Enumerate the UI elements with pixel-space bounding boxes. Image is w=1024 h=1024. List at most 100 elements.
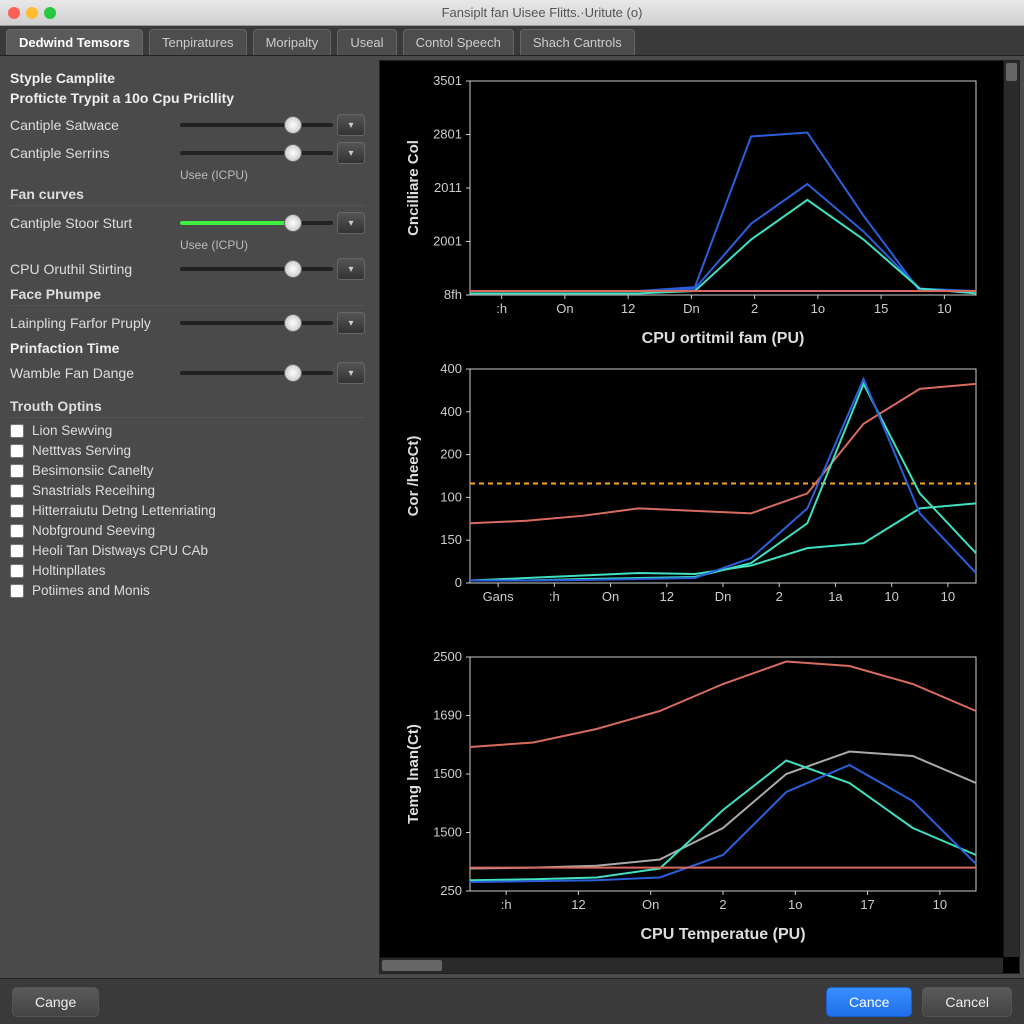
scrollbar-horizontal[interactable] [380,957,1003,973]
slider-dropdown[interactable] [337,212,365,234]
slider-hint: Usee (ICPU) [180,238,365,252]
svg-text:10: 10 [933,897,947,912]
svg-text:2: 2 [719,897,726,912]
svg-text:400: 400 [440,361,462,376]
window-title: Fansiplt fan Uisee Flitts.·Uritute (o) [68,5,1016,20]
tab-4[interactable]: Contol Speech [403,29,514,55]
slider-track[interactable] [180,267,333,271]
slider-dropdown[interactable] [337,142,365,164]
svg-text:2801: 2801 [433,127,462,142]
svg-text:400: 400 [440,404,462,419]
slider-knob[interactable] [284,260,302,278]
cange-button[interactable]: Cange [12,987,99,1017]
checkbox[interactable] [10,524,24,538]
svg-text:10: 10 [937,301,951,316]
tab-bar: Dedwind TemsorsTenpiraturesMoripaltyUsea… [0,26,1024,56]
scrollbar-vertical[interactable] [1003,61,1019,957]
checkbox-row[interactable]: Snastrials Receihing [10,483,365,498]
checkbox[interactable] [10,464,24,478]
slider-label: Cantiple Satwace [10,117,180,133]
scrollbar-horizontal-thumb[interactable] [382,960,442,971]
slider-knob[interactable] [284,364,302,382]
slider-row: Lainpling Farfor Pruply [10,312,365,334]
svg-text:On: On [556,301,573,316]
slider-track[interactable] [180,221,333,225]
svg-text:3501: 3501 [433,73,462,88]
checkbox[interactable] [10,424,24,438]
svg-text:1a: 1a [828,589,843,604]
svg-text:1o: 1o [811,301,825,316]
footer: Cange Cance Cancel [0,978,1024,1024]
slider-knob[interactable] [284,314,302,332]
svg-text:10: 10 [941,589,955,604]
slider-dropdown[interactable] [337,312,365,334]
slider-knob[interactable] [284,144,302,162]
close-icon[interactable] [8,7,20,19]
cancel-button[interactable]: Cancel [922,987,1012,1017]
checkbox-row[interactable]: Nobfground Seeving [10,523,365,538]
tab-2[interactable]: Moripalty [253,29,332,55]
tab-3[interactable]: Useal [337,29,396,55]
svg-text:17: 17 [860,897,874,912]
scrollbar-vertical-thumb[interactable] [1006,63,1017,81]
checkbox[interactable] [10,504,24,518]
checkbox[interactable] [10,484,24,498]
svg-text:2001: 2001 [433,234,462,249]
slider-dropdown[interactable] [337,362,365,384]
group-face: Face Phumpe [10,286,365,306]
checkbox-row[interactable]: Hitterraiutu Detng Lettenriating [10,503,365,518]
slider-row: CPU Oruthil Stirting [10,258,365,280]
slider-knob[interactable] [284,214,302,232]
checkbox-label: Snastrials Receihing [32,483,155,498]
group-options: Trouth Optins [10,398,365,418]
slider-row: Cantiple Stoor Sturt [10,212,365,234]
slider-label: Wamble Fan Dange [10,365,180,381]
checkbox[interactable] [10,544,24,558]
traffic-lights [8,7,56,19]
svg-text:1500: 1500 [433,825,462,840]
zoom-icon[interactable] [44,7,56,19]
svg-text:Dn: Dn [683,301,700,316]
svg-text:On: On [602,589,619,604]
slider-dropdown[interactable] [337,114,365,136]
checkbox-row[interactable]: Besimonsiic Canelty [10,463,365,478]
checkbox[interactable] [10,444,24,458]
checkbox[interactable] [10,564,24,578]
checkbox[interactable] [10,584,24,598]
slider-track[interactable] [180,151,333,155]
tab-5[interactable]: Shach Cantrols [520,29,635,55]
svg-text:12: 12 [571,897,585,912]
cance-button[interactable]: Cance [826,987,912,1017]
svg-text:Dn: Dn [715,589,732,604]
svg-text:1o: 1o [788,897,802,912]
slider-label: Lainpling Farfor Pruply [10,315,180,331]
tab-1[interactable]: Tenpiratures [149,29,247,55]
tab-0[interactable]: Dedwind Temsors [6,29,143,55]
checkbox-row[interactable]: Heoli Tan Distways CPU CAb [10,543,365,558]
checkbox-row[interactable]: Potiimes and Monis [10,583,365,598]
checkbox-row[interactable]: Netttvas Serving [10,443,365,458]
slider-row: Cantiple Serrins [10,142,365,164]
checkbox-label: Heoli Tan Distways CPU CAb [32,543,208,558]
slider-track[interactable] [180,371,333,375]
svg-text::h: :h [549,589,560,604]
section-style: Styple Camplite [10,70,365,86]
slider-label: CPU Oruthil Stirting [10,261,180,277]
slider-track[interactable] [180,321,333,325]
checkbox-row[interactable]: Holtinpllates [10,563,365,578]
slider-track[interactable] [180,123,333,127]
svg-text:8fh: 8fh [444,287,462,302]
checkbox-label: Besimonsiic Canelty [32,463,154,478]
checkbox-row[interactable]: Lion Sewving [10,423,365,438]
slider-dropdown[interactable] [337,258,365,280]
slider-knob[interactable] [284,116,302,134]
svg-text::h: :h [501,897,512,912]
group-prinfaction: Prinfaction Time [10,340,365,356]
slider-row: Cantiple Satwace [10,114,365,136]
minimize-icon[interactable] [26,7,38,19]
svg-text:1690: 1690 [433,708,462,723]
svg-text:12: 12 [660,589,674,604]
slider-label: Cantiple Stoor Sturt [10,215,180,231]
charts-svg: 8fh2001201128013501:hOn12Dn21o1510CPU or… [380,61,1000,981]
svg-text:2011: 2011 [434,180,462,195]
